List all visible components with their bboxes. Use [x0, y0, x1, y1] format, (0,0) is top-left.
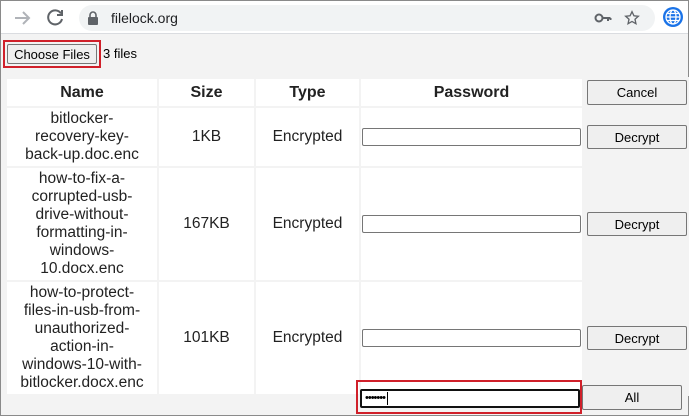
decrypt-button[interactable]: Decrypt [587, 326, 687, 350]
text-caret [386, 391, 388, 405]
reload-icon[interactable] [43, 6, 67, 30]
profile-globe-icon[interactable] [662, 6, 684, 33]
row-password-input[interactable] [362, 329, 581, 347]
file-name-line: formatting-in- [36, 224, 128, 241]
file-name-line: unauthorized- [34, 320, 130, 337]
url-text: filelock.org [111, 10, 178, 26]
table-row: how-to-fix-a- corrupted-usb- drive-witho… [7, 168, 689, 280]
header-action: Cancel [584, 79, 689, 106]
file-size-cell: 1KB [159, 108, 254, 166]
file-name-line: windows-10-with- [22, 356, 142, 373]
password-cell [361, 108, 582, 166]
file-type-cell: Encrypted [256, 282, 359, 394]
table-row: how-to-protect- files-in-usb-from- unaut… [7, 282, 689, 394]
action-cell: Decrypt [584, 282, 689, 394]
header-size: Size [159, 79, 254, 106]
file-name-line: corrupted-usb- [31, 188, 133, 205]
file-type-cell: Encrypted [256, 168, 359, 280]
decrypt-button[interactable]: Decrypt [587, 212, 687, 236]
file-name-cell: how-to-protect- files-in-usb-from- unaut… [7, 282, 157, 394]
action-cell: Decrypt [584, 168, 689, 280]
file-name-line: 10.docx.enc [40, 260, 124, 277]
header-name: Name [7, 79, 157, 106]
browser-toolbar: filelock.org [1, 1, 688, 34]
decrypt-all-button[interactable]: All [582, 385, 682, 410]
file-name-line: how-to-fix-a- [38, 170, 126, 187]
forward-arrow-icon[interactable] [10, 6, 34, 30]
page-content: Choose Files 3 files Name Size Type Pass… [1, 34, 689, 415]
file-name-cell: bitlocker- recovery-key- back-up.doc.enc [7, 108, 157, 166]
file-name-cell: how-to-fix-a- corrupted-usb- drive-witho… [7, 168, 157, 280]
choose-files-button[interactable]: Choose Files [7, 44, 97, 64]
file-size-cell: 101KB [159, 282, 254, 394]
header-password: Password [361, 79, 582, 106]
header-type: Type [256, 79, 359, 106]
lock-icon [87, 11, 99, 30]
password-cell [361, 168, 582, 280]
key-icon[interactable] [594, 10, 612, 31]
bookmark-star-icon[interactable] [624, 10, 640, 31]
file-name-line: how-to-protect- [29, 284, 135, 301]
file-name-line: files-in-usb-from- [23, 302, 141, 319]
row-password-input[interactable] [362, 128, 581, 146]
masked-password-text: ••••••• [365, 392, 386, 404]
table-row: bitlocker- recovery-key- back-up.doc.enc… [7, 108, 689, 166]
cancel-button[interactable]: Cancel [587, 80, 687, 105]
row-password-input[interactable] [362, 215, 581, 233]
action-cell: Decrypt [584, 108, 689, 166]
master-password-highlight: ••••••• [356, 380, 582, 414]
file-name-line: bitlocker.docx.enc [20, 374, 144, 391]
file-name-line: action-in- [50, 338, 114, 355]
address-bar[interactable]: filelock.org [79, 5, 655, 31]
table-header-row: Name Size Type Password Cancel [7, 79, 689, 106]
files-table: Name Size Type Password Cancel bitlocker… [5, 77, 689, 396]
master-password-input[interactable]: ••••••• [360, 389, 580, 408]
files-count-label: 3 files [103, 46, 137, 61]
file-name-line: bitlocker- [50, 110, 114, 127]
file-type-cell: Encrypted [256, 108, 359, 166]
choose-files-highlight: Choose Files [3, 40, 101, 68]
file-name-line: recovery-key- [35, 128, 129, 145]
file-size-cell: 167KB [159, 168, 254, 280]
file-name-line: back-up.doc.enc [25, 146, 139, 163]
file-name-line: windows- [49, 242, 115, 259]
decrypt-button[interactable]: Decrypt [587, 125, 687, 149]
file-name-line: drive-without- [35, 206, 129, 223]
password-cell [361, 282, 582, 394]
